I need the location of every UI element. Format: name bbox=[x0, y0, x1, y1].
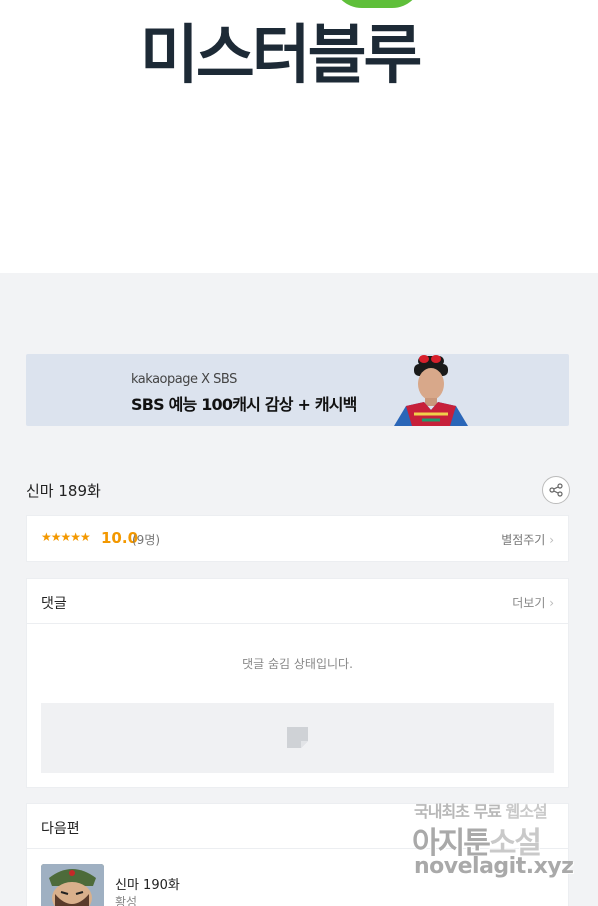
rating-stars: ★★★★★ bbox=[41, 530, 91, 544]
comments-header: 댓글 더보기 › bbox=[27, 579, 568, 624]
share-button[interactable] bbox=[542, 476, 570, 504]
comic-title-art: 미스터블루 bbox=[140, 19, 422, 93]
banner-headline: SBS 예능 100캐시 감상 + 캐시백 bbox=[131, 395, 357, 414]
comments-more-link[interactable]: 더보기 › bbox=[512, 594, 554, 611]
episode-title: 신마 189화 bbox=[26, 482, 101, 500]
comments-heading: 댓글 bbox=[41, 596, 67, 612]
site-watermark: 국내최초 무료 웹소설 아지툰소설 novelagit.xyz bbox=[412, 798, 592, 888]
comments-hidden-notice: 댓글 숨김 상태입니다. bbox=[242, 657, 353, 671]
image-placeholder-icon bbox=[287, 727, 308, 748]
ad-placeholder bbox=[41, 703, 554, 773]
next-episode-title[interactable]: 신마 190화 bbox=[115, 874, 180, 893]
comments-card: 댓글 더보기 › 댓글 숨김 상태입니다. bbox=[26, 578, 569, 788]
promo-banner[interactable]: kakaopage X SBS SBS 예능 100캐시 감상 + 캐시백 bbox=[26, 354, 569, 426]
next-heading: 다음편 bbox=[41, 821, 80, 837]
chevron-right-icon: › bbox=[549, 596, 554, 610]
comic-image-tail: 미스터블루 bbox=[0, 0, 598, 273]
rate-button-label: 별점주기 bbox=[501, 533, 546, 547]
banner-subtitle: kakaopage X SBS bbox=[131, 372, 237, 387]
chevron-right-icon: › bbox=[549, 533, 554, 547]
banner-person-image bbox=[394, 355, 468, 426]
next-episode-thumbnail[interactable] bbox=[41, 864, 104, 906]
watermark-url: novelagit.xyz bbox=[414, 854, 574, 879]
rating-card: ★★★★★ 10.0 (9명) 별점주기 › bbox=[26, 515, 569, 562]
next-episode-author: 황성 bbox=[115, 895, 138, 906]
comments-more-label: 더보기 bbox=[512, 596, 546, 610]
thumbnail-art bbox=[41, 864, 104, 906]
rating-count: (9명) bbox=[132, 533, 161, 547]
rate-button[interactable]: 별점주기 › bbox=[501, 531, 554, 548]
share-icon bbox=[549, 483, 563, 497]
